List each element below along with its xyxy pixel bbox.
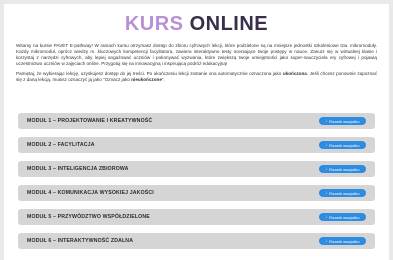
page-title: KURS ONLINE [4,13,389,35]
arrow-down-icon: ↓ [325,189,328,195]
expand-all-button[interactable]: ↓ Rozwiń wszystko [319,117,366,125]
module-title: MODUŁ 4 – KOMUNIKACJA WYSOKIEJ JAKOŚCI [27,190,154,196]
expand-all-label: Rozwiń wszystko [329,214,360,220]
arrow-down-icon: ↓ [325,141,328,147]
expand-all-button[interactable]: ↓ Rozwiń wszystko [319,189,366,197]
title-accent: KURS [124,13,184,35]
intro-p2-text-3: ". [161,77,165,83]
arrow-down-icon: ↓ [325,117,328,123]
module-4[interactable]: MODUŁ 4 – KOMUNIKACJA WYSOKIEJ JAKOŚCI ↓… [18,185,375,201]
expand-all-button[interactable]: ↓ Rozwiń wszystko [319,165,366,173]
expand-all-button[interactable]: ↓ Rozwiń wszystko [319,213,366,221]
module-6[interactable]: MODUŁ 6 – INTERAKTYWNOŚĆ ZDALNA ↓ Rozwiń… [18,233,375,249]
module-title: MODUŁ 2 – FACYLITACJA [27,142,95,148]
expand-all-label: Rozwiń wszystko [329,166,360,172]
expand-all-label: Rozwiń wszystko [329,238,360,244]
title-rest: ONLINE [189,13,269,35]
module-title: MODUŁ 6 – INTERAKTYWNOŚĆ ZDALNA [27,238,134,244]
module-title: MODUŁ 1 – PROJEKTOWANIE I KREATYWNOŚĆ [27,118,153,124]
module-3[interactable]: MODUŁ 3 – INTELIGENCJA ZBIOROWA ↓ Rozwiń… [18,161,375,177]
module-title: MODUŁ 5 – PRZYWÓDZTWO WSPÓŁDZIELONE [27,214,150,220]
expand-all-label: Rozwiń wszystko [329,142,360,148]
module-2[interactable]: MODUŁ 2 – FACYLITACJA ↓ Rozwiń wszystko [18,137,375,153]
arrow-down-icon: ↓ [325,237,328,243]
module-title: MODUŁ 3 – INTELIGENCJA ZBIOROWA [27,166,129,172]
expand-all-label: Rozwiń wszystko [329,190,360,196]
expand-all-button[interactable]: ↓ Rozwiń wszystko [319,141,366,149]
intro-paragraph-2: Pamiętaj, że wybierając lekcję, uzyskuje… [16,71,377,83]
course-page: KURS ONLINE Witamy na kursie PAVET E-pat… [4,4,389,260]
module-list: MODUŁ 1 – PROJEKTOWANIE I KREATYWNOŚĆ ↓ … [18,113,375,257]
expand-all-label: Rozwiń wszystko [329,118,360,124]
module-1[interactable]: MODUŁ 1 – PROJEKTOWANIE I KREATYWNOŚĆ ↓ … [18,113,375,129]
arrow-down-icon: ↓ [325,165,328,171]
arrow-down-icon: ↓ [325,213,328,219]
completed-label: ukończona [282,71,307,77]
module-5[interactable]: MODUŁ 5 – PRZYWÓDZTWO WSPÓŁDZIELONE ↓ Ro… [18,209,375,225]
expand-all-button[interactable]: ↓ Rozwiń wszystko [319,237,366,245]
intro-paragraph-1: Witamy na kursie PAVET E-pathway! W rama… [16,43,377,67]
intro-p2-text: Pamiętaj, że wybierając lekcję, uzyskuje… [16,71,283,77]
intro-text: Witamy na kursie PAVET E-pathway! W rama… [16,43,377,84]
incomplete-label: nieukończone [131,77,162,83]
